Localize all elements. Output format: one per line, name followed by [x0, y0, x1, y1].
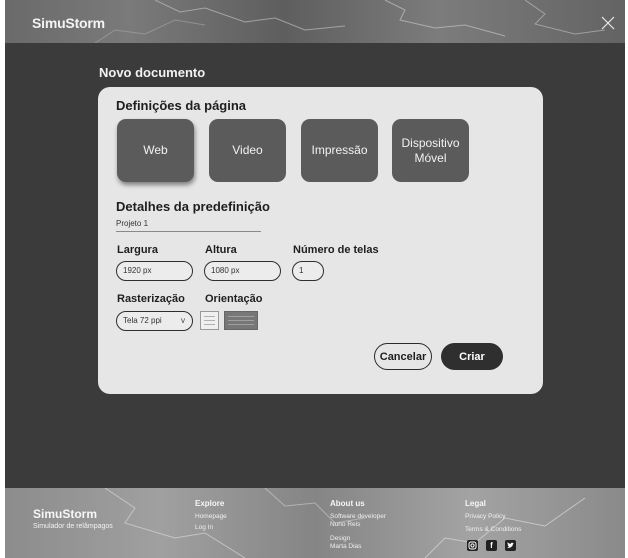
height-label: Altura [205, 244, 237, 256]
twitter-icon[interactable] [505, 540, 516, 551]
preset-print-button[interactable]: Impressão [301, 119, 378, 182]
preset-video-button[interactable]: Video [209, 119, 286, 182]
footer-link-privacy[interactable]: Privacy Policy [465, 513, 505, 521]
footer-link-login[interactable]: Log In [195, 524, 213, 532]
facebook-icon[interactable]: f [486, 540, 497, 551]
preset-web-button[interactable]: Web [117, 119, 194, 182]
orientation-landscape-button[interactable] [224, 311, 258, 330]
screens-label: Número de telas [293, 244, 379, 256]
header-bar: SimuStorm [5, 0, 625, 43]
page-title: Novo documento [99, 65, 206, 80]
preset-name-input[interactable]: Projeto 1 [116, 219, 261, 232]
close-icon[interactable] [601, 16, 615, 30]
footer-link-homepage[interactable]: Homepage [195, 513, 227, 521]
app-window: SimuStorm Novo documento Definições da p… [5, 0, 625, 558]
footer-role-design: Design [330, 535, 351, 542]
preset-details-heading: Detalhes da predefinição [116, 199, 270, 214]
create-button[interactable]: Criar [441, 343, 503, 370]
width-input[interactable]: 1920 px [116, 261, 193, 281]
footer-tagline: Simulador de relâmpagos [33, 523, 113, 530]
footer-name-design: Marta Dias [330, 543, 362, 550]
footer-link-terms[interactable]: Terms & Conditions [465, 526, 521, 534]
preset-mobile-button[interactable]: Dispositivo Móvel [392, 119, 469, 182]
width-label: Largura [117, 244, 158, 256]
footer-brand: SimuStorm [33, 507, 98, 521]
rasterization-label: Rasterização [117, 293, 185, 305]
footer-role-developer: Software developer [330, 513, 387, 520]
rasterization-value: Tela 72 ppi [123, 316, 162, 325]
footer-about-heading: About us [330, 499, 365, 508]
footer-legal-heading: Legal [465, 499, 486, 508]
cancel-button[interactable]: Cancelar [374, 343, 432, 370]
app-brand[interactable]: SimuStorm [32, 15, 105, 31]
new-document-dialog: Definições da página Web Video Impressão… [98, 87, 543, 394]
chevron-down-icon: v [181, 316, 185, 325]
screens-input[interactable]: 1 [292, 261, 324, 281]
footer-explore-heading: Explore [195, 499, 225, 508]
footer-name-developer: Nuno Reis [330, 521, 361, 528]
orientation-label: Orientação [205, 293, 263, 305]
page-settings-heading: Definições da página [116, 98, 247, 113]
instagram-icon[interactable] [467, 540, 478, 551]
height-input[interactable]: 1080 px [204, 261, 281, 281]
rasterization-select[interactable]: Tela 72 ppi v [116, 311, 193, 331]
footer: SimuStorm Simulador de relâmpagos Explor… [5, 488, 625, 558]
orientation-portrait-button[interactable] [200, 311, 219, 330]
